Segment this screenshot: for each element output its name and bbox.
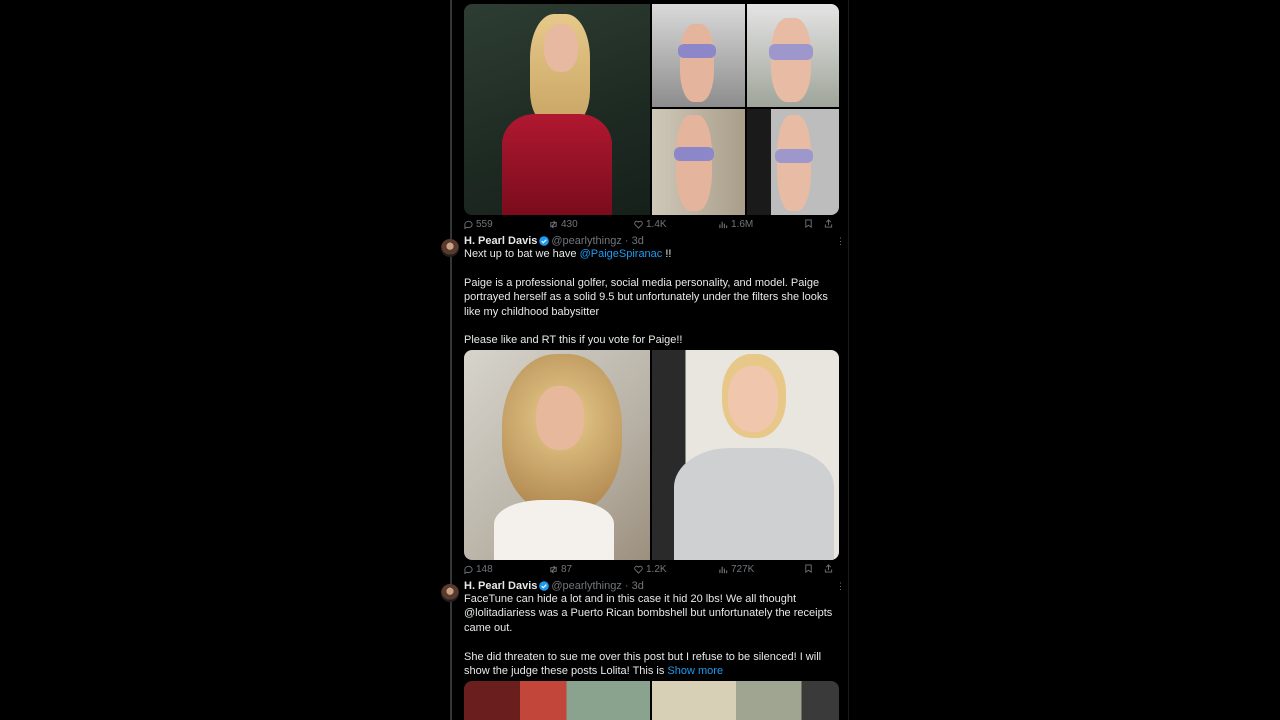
author-handle[interactable]: @pearlythingz [551, 580, 621, 592]
tweet-paragraph: Please like and RT this if you vote for … [464, 334, 683, 347]
retweet-button[interactable]: 87 [549, 564, 572, 575]
tweet3-photo-1[interactable] [464, 681, 650, 720]
tshirt-shape [674, 448, 834, 560]
views-button[interactable]: 1.6M [719, 219, 753, 230]
avatar[interactable] [441, 239, 459, 257]
share-button[interactable] [824, 219, 833, 228]
show-more-link[interactable]: Show more [667, 665, 723, 677]
reply-icon [464, 220, 473, 229]
tweet2-photo-2[interactable] [652, 350, 839, 560]
tweet2-photo-1[interactable] [464, 350, 650, 560]
retweet-count: 87 [561, 564, 573, 575]
face-shape [728, 366, 778, 432]
reply-icon [464, 565, 473, 574]
tweet1-photo-4[interactable] [652, 109, 745, 215]
avatar[interactable] [441, 584, 459, 602]
dot-separator: · [621, 235, 632, 247]
share-icon [824, 564, 833, 573]
like-count: 1.2K [646, 564, 667, 575]
retweet-icon [550, 565, 557, 574]
figure-shape [676, 115, 712, 211]
reply-button[interactable]: 148 [464, 564, 493, 575]
tweet3-media-grid[interactable] [464, 681, 839, 720]
retweet-button[interactable]: 430 [549, 219, 578, 230]
like-button[interactable]: 1.4K [634, 219, 667, 230]
retweet-count: 430 [561, 219, 578, 230]
tweet-line: Next up to bat we have @PaigeSpiranac !! [464, 247, 839, 261]
swimsuit-shape [674, 147, 714, 161]
more-options-icon[interactable]: ⋮ [836, 581, 845, 592]
author-name[interactable]: H. Pearl Davis [464, 580, 537, 592]
tweet1-action-bar: 559 430 1.4K 1.6M [464, 219, 839, 233]
mention-link[interactable]: @PaigeSpiranac [580, 248, 663, 260]
red-dress-shape [502, 114, 612, 215]
view-count: 727K [731, 564, 755, 575]
author-name[interactable]: H. Pearl Davis [464, 235, 537, 247]
tweet2-header: H. Pearl Davis @pearlythingz · 3d [464, 235, 644, 247]
swimsuit-shape [775, 149, 813, 163]
bookmark-icon [805, 219, 812, 228]
face-shape [536, 386, 584, 450]
swimsuit-shape [769, 44, 813, 60]
bookmark-button[interactable] [804, 219, 813, 228]
heart-icon [634, 220, 643, 229]
figure-shape [771, 18, 811, 102]
like-button[interactable]: 1.2K [634, 564, 667, 575]
thread-connector-line [450, 0, 452, 720]
bookmark-icon [805, 564, 812, 573]
tweet2-media-grid[interactable] [464, 350, 839, 560]
figure-shape [777, 115, 811, 211]
text-span: !! [662, 248, 672, 260]
text-span: Next up to bat we have [464, 248, 580, 260]
views-icon [719, 221, 728, 229]
reply-count: 148 [476, 564, 493, 575]
heart-icon [634, 565, 643, 574]
text-span: She did threaten to sue me over this pos… [464, 650, 822, 678]
more-options-icon[interactable]: ⋮ [836, 236, 845, 247]
bookmark-button[interactable] [804, 564, 813, 573]
view-count: 1.6M [731, 219, 754, 230]
top-shape [494, 500, 614, 560]
tweet-paragraph: FaceTune can hide a lot and in this case… [464, 593, 833, 634]
tweet1-photo-3[interactable] [747, 4, 839, 107]
tweet3-photo-2[interactable] [652, 681, 839, 720]
reply-count: 559 [476, 219, 493, 230]
tweet-paragraph: Paige is a professional golfer, social m… [464, 276, 828, 318]
timestamp[interactable]: 3d [632, 580, 644, 592]
timestamp[interactable]: 3d [632, 235, 644, 247]
dot-separator: · [621, 580, 632, 592]
tweet1-media-grid[interactable] [464, 4, 839, 215]
tweet3-text: FaceTune can hide a lot and in this case… [464, 592, 839, 678]
author-handle[interactable]: @pearlythingz [551, 235, 621, 247]
tweet1-photo-1[interactable] [464, 4, 650, 215]
retweet-icon [550, 220, 557, 229]
tweet1-photo-2[interactable] [652, 4, 745, 107]
verified-badge-icon [539, 581, 550, 591]
views-button[interactable]: 727K [719, 564, 754, 575]
tweet1-photo-5[interactable] [747, 109, 839, 215]
like-count: 1.4K [646, 219, 667, 230]
tweet3-header: H. Pearl Davis @pearlythingz · 3d [464, 580, 644, 592]
swimsuit-shape [678, 44, 716, 58]
reply-button[interactable]: 559 [464, 219, 493, 230]
share-icon [824, 219, 833, 228]
tweet2-text: Next up to bat we have @PaigeSpiranac !!… [464, 247, 839, 348]
share-button[interactable] [824, 564, 833, 573]
figure-shape [680, 24, 714, 102]
tweet-paragraph: She did threaten to sue me over this pos… [464, 650, 839, 679]
tweet2-action-bar: 148 87 1.2K 727K [464, 564, 839, 578]
views-icon [719, 566, 728, 574]
verified-badge-icon [539, 236, 550, 246]
face-shape [544, 24, 578, 72]
